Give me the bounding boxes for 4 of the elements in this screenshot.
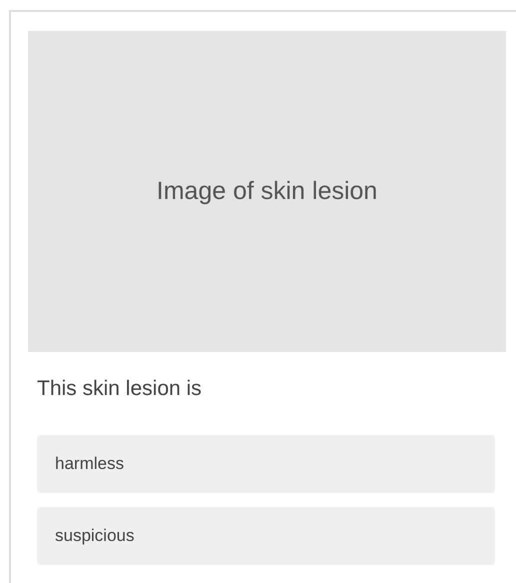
answer-option[interactable]: suspicious [37, 507, 495, 565]
placeholder-label: Image of skin lesion [156, 177, 378, 206]
answer-option[interactable]: harmless [37, 435, 495, 493]
question-text: This skin lesion is [37, 376, 203, 402]
